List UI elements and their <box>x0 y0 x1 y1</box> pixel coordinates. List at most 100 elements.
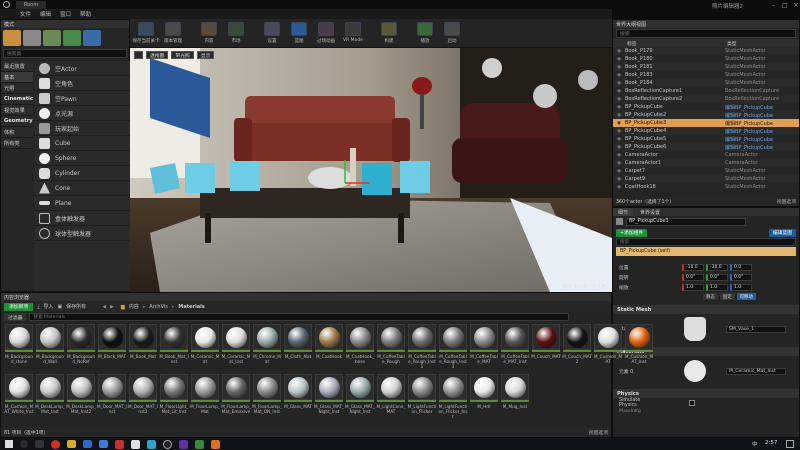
visibility-icon[interactable]: ◉ <box>613 145 625 150</box>
toolbar-content-button[interactable]: 内容 <box>197 20 221 48</box>
outliner-row[interactable]: ◉ BoxReflectionCapture1 BoxReflectionCaptu… <box>613 87 799 95</box>
visibility-icon[interactable]: ◉ <box>613 81 625 86</box>
save-all-button[interactable]: 保存所有 <box>66 303 86 310</box>
outliner-col-type[interactable]: 类型 <box>727 40 737 47</box>
notification-icon[interactable] <box>786 440 794 448</box>
visibility-icon[interactable]: ◉ <box>613 177 625 182</box>
store-icon[interactable] <box>83 440 92 448</box>
world-settings-tab[interactable]: 世界设置 <box>635 208 665 216</box>
place-item-cone[interactable]: Cone <box>34 181 130 196</box>
material-picker[interactable]: M_Ceramic_Mat_Inst <box>726 367 786 375</box>
outliner-tab[interactable]: 世界大纲视图 <box>613 20 799 28</box>
add-component-button[interactable]: +添加组件 <box>616 228 648 237</box>
category-geometry[interactable]: Geometry <box>1 116 33 127</box>
place-item-sphere-trigger[interactable]: 球体型触发器 <box>34 226 130 241</box>
category-visual-effects[interactable]: 视觉效果 <box>1 105 33 116</box>
outliner-row[interactable]: ◉ Book_P181 StaticMeshActor <box>613 63 799 71</box>
outliner-row[interactable]: ◉ BP_PickupCube3 编辑BP_PickupCube <box>613 119 799 127</box>
rotation-y-field[interactable]: 0.0° <box>706 273 728 281</box>
visibility-icon[interactable]: ◉ <box>613 169 625 174</box>
static-mesh-section[interactable]: Static Mesh <box>613 305 799 314</box>
location-z-field[interactable]: 0.0 <box>730 263 752 271</box>
content-search-input[interactable]: 搜索 Materials <box>29 313 570 321</box>
foliage-mode-icon[interactable] <box>63 30 81 46</box>
toolbar-settings-button[interactable]: 设置 <box>260 20 284 48</box>
material-tile[interactable]: M_Background_stone <box>4 324 34 374</box>
app-icon-3[interactable] <box>147 439 156 449</box>
place-item-plane[interactable]: Plane <box>34 196 130 211</box>
app-icon-5[interactable] <box>195 439 204 449</box>
place-item-box-trigger[interactable]: 盒体触发器 <box>34 211 130 226</box>
place-item-point-light[interactable]: 点光源 <box>34 106 130 121</box>
outliner-row[interactable]: ◉ BP_PickupCube4 编辑BP_PickupCube <box>613 127 799 135</box>
material-tile[interactable]: M_Cloth_Mat <box>283 324 313 374</box>
outliner-row[interactable]: ◉ Carpet7 StaticMeshActor <box>613 167 799 175</box>
search-icon[interactable] <box>20 440 28 448</box>
lit-button[interactable]: 带光照 <box>171 51 194 59</box>
content-view-options[interactable]: 视图选项 <box>589 429 608 436</box>
visibility-icon[interactable]: ◉ <box>613 121 625 126</box>
material-tile[interactable]: M_FloorLamp_Mat_ON_Inst <box>252 374 282 424</box>
content-browser-tab[interactable]: 内容浏览器 <box>1 293 611 301</box>
material-tile[interactable]: M_Book_Mat_Inst <box>159 324 189 374</box>
outliner-row-type[interactable]: 编辑BP_PickupCube <box>725 128 773 135</box>
add-new-button[interactable]: 添加新项 <box>4 302 34 311</box>
show-button[interactable]: 显示 <box>196 51 215 59</box>
toolbar-save-button[interactable]: 保存当前关卡 <box>133 20 160 48</box>
material-tile[interactable]: M_Ceramic_Mat <box>190 324 220 374</box>
outliner-view-options[interactable]: 视图选项 <box>777 198 796 205</box>
material-tile[interactable]: M_CoatHook <box>314 324 344 374</box>
visibility-icon[interactable]: ◉ <box>613 57 625 62</box>
scale-y-field[interactable]: 1.0 <box>706 283 728 291</box>
clock[interactable]: 2:57 <box>765 440 777 446</box>
outliner-row[interactable]: ◉ Book_P180 StaticMeshActor <box>613 55 799 63</box>
minimize-icon[interactable]: – <box>772 2 775 9</box>
mobility-stationary[interactable]: 固定 <box>719 293 735 300</box>
static-mesh-picker[interactable]: SM_Vase_1 <box>726 325 786 333</box>
material-tile[interactable]: M_Cushion_MAT_Inst <box>624 324 654 374</box>
material-tile[interactable]: M_CoffeeTable_Rough_Inst3 <box>438 324 468 374</box>
place-item-cylinder[interactable]: Cylinder <box>34 166 130 181</box>
outliner-row[interactable]: ◉ CameraActor1 CameraActor <box>613 159 799 167</box>
place-item-empty-actor[interactable]: 空Actor <box>34 61 130 76</box>
import-icon[interactable]: ⤓ <box>37 304 39 310</box>
outliner-row-type[interactable]: 编辑BP_PickupCube <box>725 120 773 127</box>
outliner-row[interactable]: ◉ BP_PickupCube2 编辑BP_PickupCube <box>613 111 799 119</box>
material-tile[interactable]: M_Ceramic_Mat_Inst <box>221 324 251 374</box>
rotation-x-field[interactable]: 0.0° <box>682 273 704 281</box>
material-tile[interactable]: M_LightFunction_Flicker_Inst <box>438 374 468 424</box>
category-volumes[interactable]: 体积 <box>1 127 33 138</box>
level-viewport[interactable]: 透视图 带光照 显示 关卡: Room (永久性) <box>130 48 612 292</box>
place-item-empty-character[interactable]: 空角色 <box>34 76 130 91</box>
toolbar-vr-button[interactable]: VR Mode <box>341 20 365 48</box>
details-tab[interactable]: 细节 <box>613 208 634 216</box>
actor-name-field[interactable]: BP_PickupCube3 <box>626 217 746 226</box>
menu-window[interactable]: 窗口 <box>60 10 71 18</box>
maximize-icon[interactable]: □ <box>782 2 788 9</box>
category-recent[interactable]: 最近放置 <box>1 61 33 72</box>
visibility-icon[interactable]: ◉ <box>613 137 625 142</box>
explorer-icon[interactable] <box>67 440 76 448</box>
toolbar-blueprint-button[interactable]: 蓝图 <box>287 20 311 48</box>
app-icon-4[interactable] <box>179 439 188 449</box>
place-item-cube[interactable]: Cube <box>34 136 130 151</box>
place-mode-icon[interactable] <box>3 30 21 46</box>
material-tile[interactable]: M_Door_MAT_Inst <box>97 374 127 424</box>
outliner-row[interactable]: ◉ CoatHook18 StaticMeshActor <box>613 183 799 191</box>
visibility-icon[interactable]: ◉ <box>613 65 625 70</box>
viewport-menu-button[interactable] <box>134 51 143 59</box>
visibility-icon[interactable]: ◉ <box>613 161 625 166</box>
landscape-mode-icon[interactable] <box>43 30 61 46</box>
material-tile[interactable]: M_CoatHook_base <box>345 324 375 374</box>
app-icon-1[interactable] <box>115 439 124 449</box>
material-tile[interactable]: M_Black_MAT <box>97 324 127 374</box>
component-self-item[interactable]: BP_PickupCube (self) <box>616 247 796 256</box>
visibility-icon[interactable]: ◉ <box>613 153 625 158</box>
outliner-row-type[interactable]: 编辑BP_PickupCube <box>725 144 773 151</box>
place-item-player-start[interactable]: 玩家起始 <box>34 121 130 136</box>
mobility-movable[interactable]: 可移动 <box>736 293 756 300</box>
toolbar-cinematics-button[interactable]: 过场动画 <box>314 20 338 48</box>
material-tile[interactable]: M_Cushion_MAT_White_Inst <box>4 374 34 424</box>
visibility-icon[interactable]: ◉ <box>613 113 625 118</box>
location-x-field[interactable]: -10.0 <box>682 263 704 271</box>
